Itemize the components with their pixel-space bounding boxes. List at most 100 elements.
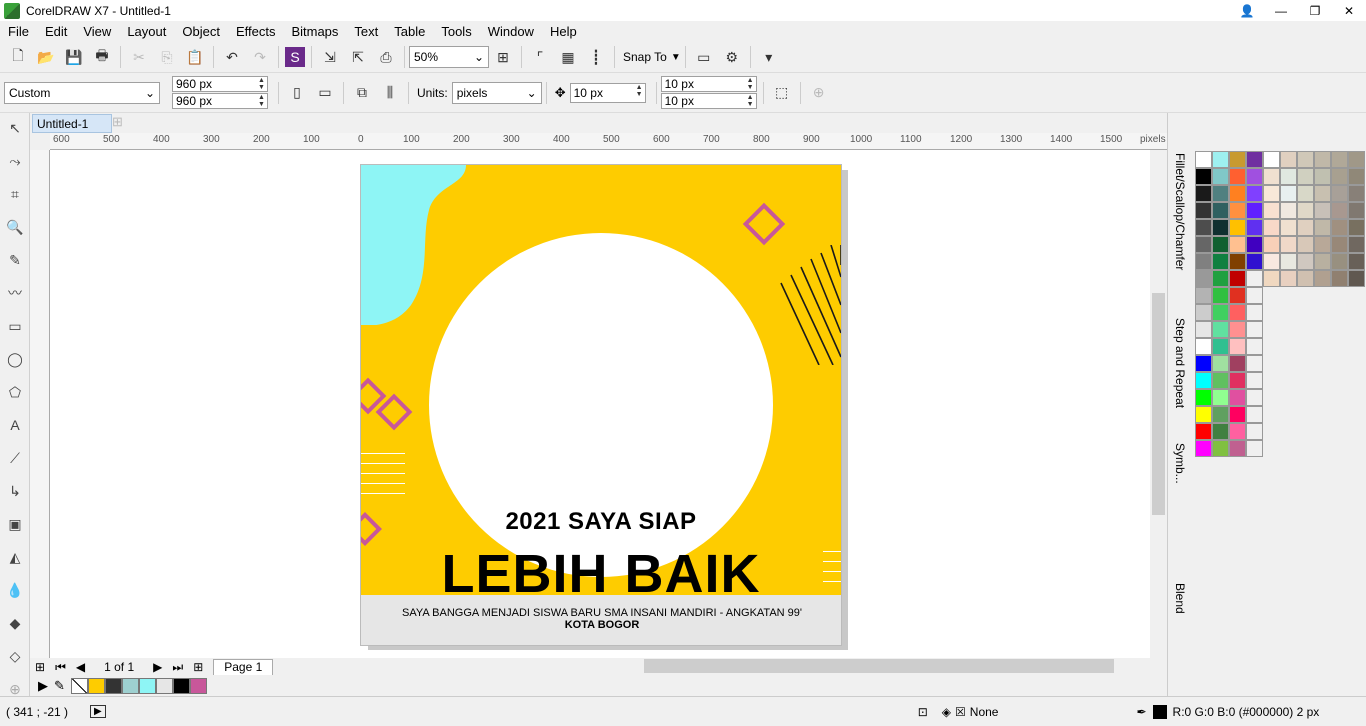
export-icon[interactable]: ⇱ [346,45,370,69]
connector-tool-icon[interactable]: ↳ [3,479,27,503]
close-button[interactable]: ✕ [1332,0,1366,21]
add-page-icon[interactable]: ⊞ [193,660,203,674]
menu-window[interactable]: Window [480,24,542,39]
tab-untitled-1[interactable]: Untitled-1 [32,114,112,133]
interactive-fill-icon[interactable]: ◆ [3,611,27,635]
docker-tab-blend[interactable]: Blend [1173,583,1187,614]
vertical-scrollbar-thumb[interactable] [1152,293,1165,515]
design-page[interactable]: 2021 SAYA SIAP LEBIH BAIK SAYA BANGGA ME… [360,164,842,646]
page-1-tab[interactable]: Page 1 [213,659,274,675]
units-select[interactable]: pixels ⌄ [451,81,542,104]
page-settings-icon[interactable]: ⊞ [35,660,45,674]
minimize-button[interactable]: — [1264,0,1298,21]
portrait-icon[interactable]: ▯ [285,81,309,105]
current-page-icon[interactable]: ⫼ [378,81,402,105]
parallel-dimension-icon[interactable]: ⟋ [3,446,27,470]
snap-to-dropdown[interactable]: Snap To [623,50,667,64]
ellipse-tool-icon[interactable]: ◯ [3,347,27,371]
diagonal-lines-shape[interactable] [771,245,841,365]
shape-tool-icon[interactable]: ⤳ [3,149,27,173]
artistic-media-icon[interactable]: 〰 [3,281,27,305]
menu-edit[interactable]: Edit [37,24,75,39]
paste-icon[interactable]: 📋 [183,45,207,69]
docker-tab-symbols[interactable]: Symb... [1173,443,1187,484]
menu-help[interactable]: Help [542,24,585,39]
eyedropper-icon[interactable]: ✎ [54,678,65,694]
polygon-tool-icon[interactable]: ⬠ [3,380,27,404]
prev-page-icon[interactable]: ◀ [76,660,85,674]
page-preset-select[interactable]: Custom ⌄ [4,81,160,104]
menu-text[interactable]: Text [346,24,386,39]
palette-arrow-icon[interactable]: ▶ [38,678,48,694]
duplicate-y-field[interactable]: 10 px [660,93,757,109]
zoom-level-select[interactable]: 50% ⌄ [409,46,489,68]
redo-icon[interactable]: ↷ [248,45,272,69]
palette-grid[interactable] [1195,151,1263,457]
crop-tool-icon[interactable]: ⌗ [3,182,27,206]
open-icon[interactable]: 📂 [34,45,58,69]
page-width-field[interactable]: 960 px [172,76,268,92]
color-swatch[interactable] [121,678,139,694]
menu-bitmaps[interactable]: Bitmaps [283,24,346,39]
drop-shadow-icon[interactable]: ▣ [3,512,27,536]
diamond-top-right-shape[interactable] [742,202,786,246]
horizontal-scrollbar[interactable] [644,659,1114,673]
smart-fill-icon[interactable]: ◇ [3,644,27,668]
menu-tools[interactable]: Tools [433,24,479,39]
vertical-scrollbar[interactable] [1150,150,1167,658]
options-icon[interactable]: ⚙ [720,45,744,69]
guidelines-icon[interactable]: ┋ [584,45,608,69]
menu-object[interactable]: Object [174,24,228,39]
menu-effects[interactable]: Effects [228,24,284,39]
zoom-to-page-icon[interactable]: ⊞ [491,45,515,69]
chevron-down-icon[interactable]: ▼ [671,52,681,63]
rectangle-tool-icon[interactable]: ▭ [3,314,27,338]
import-icon[interactable]: ⇲ [318,45,342,69]
save-icon[interactable]: 💾 [62,45,86,69]
color-swatch[interactable] [189,678,207,694]
menu-table[interactable]: Table [386,24,433,39]
docker-tab-fillet[interactable]: Fillet/Scallop/Chamfer [1173,153,1187,270]
freehand-tool-icon[interactable]: ✎ [3,248,27,272]
new-document-icon[interactable]: 🗋 [6,45,30,69]
color-swatch[interactable] [172,678,190,694]
all-pages-icon[interactable]: ⧉ [350,81,374,105]
text-tool-icon[interactable]: A [3,413,27,437]
user-icon[interactable]: 👤 [1230,0,1264,21]
grid-icon[interactable]: ▦ [556,45,580,69]
color-swatch[interactable] [155,678,173,694]
publish-pdf-icon[interactable]: ⎙ [374,45,398,69]
copy-icon[interactable]: ⎘ [155,45,179,69]
welcome-screen-icon[interactable]: ▭ [692,45,716,69]
no-fill-swatch[interactable] [70,678,88,694]
drawing-canvas[interactable]: 2021 SAYA SIAP LEBIH BAIK SAYA BANGGA ME… [50,150,1150,658]
page-height-field[interactable]: 960 px [172,93,268,109]
treat-as-filled-icon[interactable]: ⬚ [770,81,794,105]
corel-connect-icon[interactable]: S [285,47,305,67]
play-icon[interactable]: ▶ [90,705,106,718]
application-launcher-icon[interactable]: ▾ [757,45,781,69]
palette-grid-2[interactable] [1263,151,1365,287]
pick-tool-icon[interactable]: ↖ [3,116,27,140]
zoom-tool-icon[interactable]: 🔍 [3,215,27,239]
transparency-tool-icon[interactable]: ◭ [3,545,27,569]
print-icon[interactable]: 🖶 [90,45,114,69]
menu-file[interactable]: File [0,24,37,39]
headline-small-text[interactable]: 2021 SAYA SIAP [361,508,841,536]
first-page-icon[interactable]: ⏮ [55,660,66,675]
undo-icon[interactable]: ↶ [220,45,244,69]
restore-button[interactable]: ❐ [1298,0,1332,21]
footer-band[interactable]: SAYA BANGGA MENJADI SISWA BARU SMA INSAN… [361,595,841,645]
eyedropper-tool-icon[interactable]: 💧 [3,578,27,602]
duplicate-x-field[interactable]: 10 px [660,76,757,92]
color-proofing-icon[interactable]: ⊡ [918,705,928,719]
docker-tab-step-repeat[interactable]: Step and Repeat [1173,318,1187,408]
landscape-icon[interactable]: ▭ [313,81,337,105]
color-swatch[interactable] [104,678,122,694]
color-swatch[interactable] [138,678,156,694]
add-icon[interactable]: ⊕ [807,81,831,105]
last-page-icon[interactable]: ⏭ [172,660,183,675]
menu-view[interactable]: View [75,24,119,39]
color-swatch[interactable] [87,678,105,694]
menu-layout[interactable]: Layout [119,24,174,39]
